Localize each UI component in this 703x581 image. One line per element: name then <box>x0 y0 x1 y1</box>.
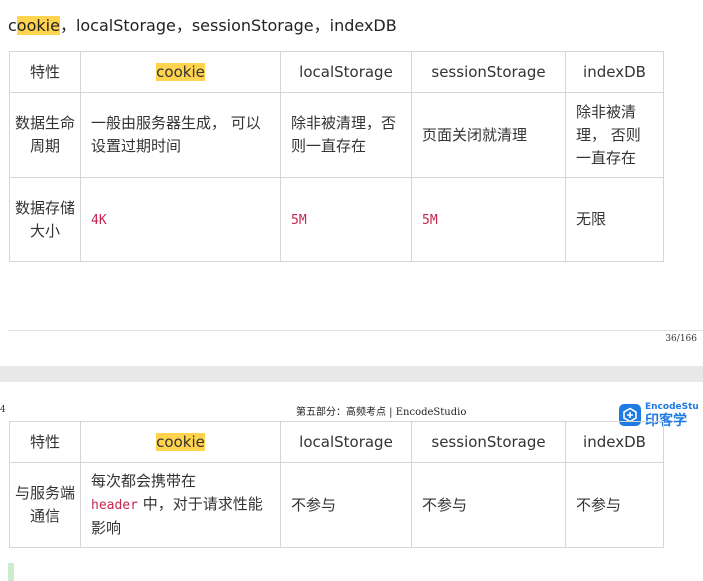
heading-rest: ，localStorage，sessionStorage，indexDB <box>59 16 397 35</box>
table-header-row: 特性 cookie localStorage sessionStorage in… <box>9 421 664 463</box>
cell-sessionstorage-communication: 不参与 <box>411 462 566 548</box>
header-localstorage: localStorage <box>280 51 412 93</box>
cell-localstorage-size: 5M <box>280 177 412 262</box>
left-page-number: 4 <box>0 405 6 415</box>
page-number: 36/166 <box>665 334 697 344</box>
header-localstorage: localStorage <box>280 421 412 463</box>
cell-cookie-communication: 每次都会携带在 header 中，对于请求性能影响 <box>80 462 281 548</box>
table-row: 数据生命周期 一般由服务器生成， 可以设置过期时间 除非被清理，否则一直存在 页… <box>9 92 664 178</box>
localstorage-size-value: 5M <box>291 212 307 228</box>
header-code: header <box>91 498 138 513</box>
cell-indexdb-communication: 不参与 <box>565 462 664 548</box>
header-indexdb: indexDB <box>565 51 664 93</box>
storage-comparison-table-continued: 特性 cookie localStorage sessionStorage in… <box>9 421 664 548</box>
page-divider <box>8 330 703 331</box>
cell-cookie-lifetime: 一般由服务器生成， 可以设置过期时间 <box>80 92 281 178</box>
cell-indexdb-size: 无限 <box>565 177 664 262</box>
header-cookie: cookie <box>80 421 281 463</box>
header-sessionstorage: sessionStorage <box>411 421 566 463</box>
running-header: 第五部分：高频考点 | EncodeStudio <box>296 407 467 418</box>
heading-prefix: c <box>8 16 17 35</box>
sessionstorage-size-value: 5M <box>422 212 438 228</box>
cell-indexdb-lifetime: 除非被清理， 否则一直存在 <box>565 92 664 178</box>
header-cookie: cookie <box>80 51 281 93</box>
row-label-size: 数据存储大小 <box>9 177 81 262</box>
row-label-server-communication: 与服务端通信 <box>9 462 81 548</box>
cell-localstorage-lifetime: 除非被清理，否则一直存在 <box>280 92 412 178</box>
header-cookie-label: cookie <box>156 62 205 81</box>
cookie-size-value: 4K <box>91 212 107 228</box>
cell-cookie-size: 4K <box>80 177 281 262</box>
logo-english-text: EncodeStu <box>645 401 699 412</box>
table-row: 数据存储大小 4K 5M 5M 无限 <box>9 177 664 262</box>
margin-marker <box>8 563 14 581</box>
header-feature: 特性 <box>9 51 81 93</box>
cell-localstorage-communication: 不参与 <box>280 462 412 548</box>
section-heading: cookie，localStorage，sessionStorage，index… <box>8 12 397 36</box>
cell-sessionstorage-size: 5M <box>411 177 566 262</box>
heading-highlight: ookie <box>16 16 60 35</box>
table-header-row: 特性 cookie localStorage sessionStorage in… <box>9 51 664 93</box>
storage-comparison-table: 特性 cookie localStorage sessionStorage in… <box>9 51 664 262</box>
header-sessionstorage: sessionStorage <box>411 51 566 93</box>
row-label-lifetime: 数据生命周期 <box>9 92 81 178</box>
header-cookie-label: cookie <box>156 432 205 451</box>
header-indexdb: indexDB <box>565 421 664 463</box>
table-row: 与服务端通信 每次都会携带在 header 中，对于请求性能影响 不参与 不参与 … <box>9 462 664 548</box>
page-gap <box>0 366 703 382</box>
cell-sessionstorage-lifetime: 页面关闭就清理 <box>411 92 566 178</box>
header-feature: 特性 <box>9 421 81 463</box>
cookie-communication-text-pre: 每次都会携带在 <box>91 472 197 490</box>
